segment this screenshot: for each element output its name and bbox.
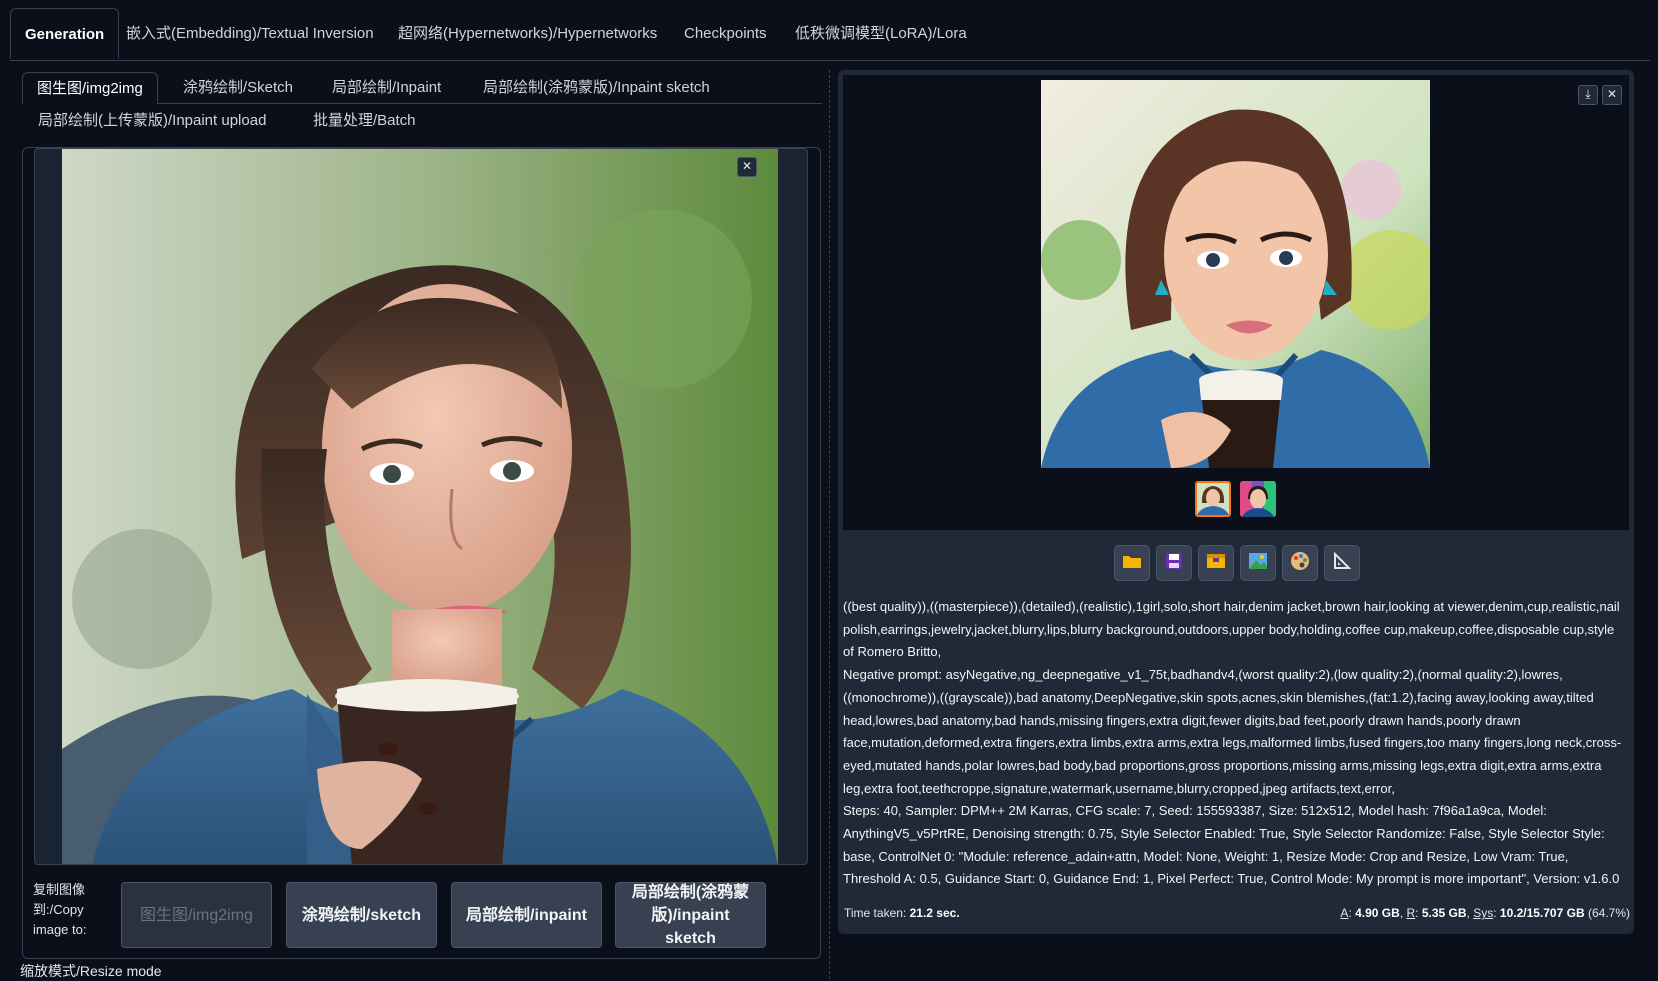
send-to-extras-button[interactable] — [1324, 545, 1360, 581]
tab-batch[interactable]: 批量处理/Batch — [313, 105, 416, 137]
save-icon — [1165, 552, 1183, 575]
mem-sys-value: 10.2/15.707 GB — [1499, 906, 1585, 920]
column-divider — [829, 70, 830, 979]
send-to-img2img-icon — [1248, 552, 1268, 575]
resize-mode-label: 缩放模式/Resize mode — [20, 963, 162, 979]
time-taken: Time taken: 21.2 sec. — [844, 906, 960, 920]
send-to-img2img-button[interactable] — [1240, 545, 1276, 581]
open-folder-button[interactable] — [1114, 545, 1150, 581]
prompt-text: ((best quality)),((masterpiece)),(detail… — [843, 599, 1620, 660]
tab-inpaint-sketch[interactable]: 局部绘制(涂鸦蒙版)/Inpaint sketch — [483, 72, 710, 104]
send-to-inpaint-button[interactable] — [1282, 545, 1318, 581]
output-thumbnail-1[interactable] — [1195, 481, 1231, 517]
mem-sys-label: Sys — [1473, 906, 1494, 920]
time-taken-label: Time taken: — [844, 906, 907, 920]
zip-button[interactable] — [1198, 545, 1234, 581]
copy-image-label: 复制图像到:/Copy image to: — [33, 882, 87, 937]
tab-inpaint-upload[interactable]: 局部绘制(上传蒙版)/Inpaint upload — [38, 105, 266, 137]
time-taken-value: 21.2 sec. — [909, 906, 960, 920]
tab-textual-inversion[interactable]: 嵌入式(Embedding)/Textual Inversion — [126, 8, 374, 60]
close-icon: ✕ — [741, 159, 753, 173]
copy-to-img2img-button[interactable]: 图生图/img2img — [121, 882, 272, 948]
output-image[interactable] — [1041, 80, 1430, 468]
mem-sys-pct: (64.7%) — [1587, 906, 1630, 920]
tab-inpaint[interactable]: 局部绘制/Inpaint — [332, 72, 441, 104]
top-tab-bar: Generation 嵌入式(Embedding)/Textual Invers… — [10, 8, 1650, 61]
input-image — [62, 149, 778, 864]
copy-to-inpaint-sketch-button[interactable]: 局部绘制(涂鸦蒙版)/inpaint sketch — [615, 882, 766, 948]
folder-icon — [1122, 553, 1142, 574]
copy-to-inpaint-button[interactable]: 局部绘制/inpaint — [451, 882, 602, 948]
close-icon: ✕ — [1606, 87, 1618, 101]
send-to-inpaint-icon — [1290, 551, 1310, 576]
download-output-button[interactable]: ⤓ — [1578, 85, 1598, 105]
mem-r-label: R — [1406, 906, 1416, 920]
clear-input-image-button[interactable]: ✕ — [737, 157, 757, 177]
close-output-button[interactable]: ✕ — [1602, 85, 1622, 105]
zip-icon — [1206, 552, 1226, 575]
tab-sketch[interactable]: 涂鸦绘制/Sketch — [183, 72, 293, 104]
download-icon: ⤓ — [1585, 87, 1591, 101]
copy-to-sketch-button[interactable]: 涂鸦绘制/sketch — [286, 882, 437, 948]
output-thumbnail-2[interactable] — [1240, 481, 1276, 517]
negative-prompt-text: Negative prompt: asyNegative,ng_deepnega… — [843, 667, 1622, 796]
tab-checkpoints[interactable]: Checkpoints — [684, 8, 767, 60]
generation-params-text: Steps: 40, Sampler: DPM++ 2M Karras, CFG… — [843, 803, 1620, 887]
tab-generation[interactable]: Generation — [10, 8, 120, 59]
generation-info: ((best quality)),((masterpiece)),(detail… — [843, 596, 1623, 891]
send-to-extras-icon — [1333, 551, 1352, 575]
tab-img2img[interactable]: 图生图/img2img — [22, 72, 158, 104]
tab-lora[interactable]: 低秩微调模型(LoRA)/Lora — [795, 8, 967, 60]
tab-hypernetworks[interactable]: 超网络(Hypernetworks)/Hypernetworks — [398, 8, 657, 60]
mem-a-value: 4.90 GB — [1355, 906, 1400, 920]
mem-r-value: 5.35 GB — [1421, 906, 1467, 920]
memory-usage: A: 4.90 GB, R: 5.35 GB, Sys: 10.2/15.707… — [1340, 906, 1630, 920]
mem-a-label: A — [1340, 906, 1349, 920]
input-image-area[interactable] — [34, 148, 808, 865]
save-button[interactable] — [1156, 545, 1192, 581]
